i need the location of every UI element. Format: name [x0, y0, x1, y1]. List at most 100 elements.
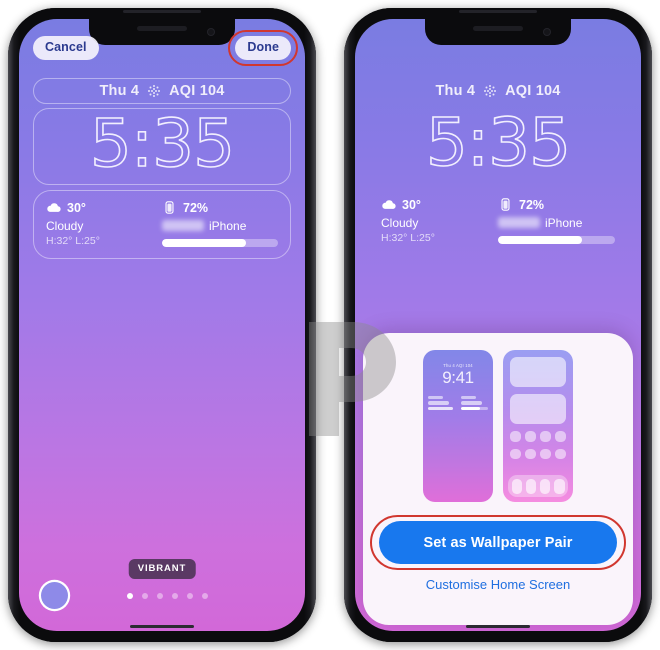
- battery-percent: 72%: [183, 200, 209, 215]
- cancel-button[interactable]: Cancel: [33, 36, 99, 60]
- preview-home-widget: [510, 357, 566, 387]
- page-dot[interactable]: [172, 592, 178, 599]
- preview-dock-icon: [511, 478, 522, 494]
- preview-app-icon: [540, 431, 551, 442]
- home-screen-preview-thumbnail[interactable]: [503, 350, 573, 502]
- style-badge: VIBRANT: [128, 559, 196, 579]
- weather-condition: Cloudy: [381, 215, 419, 230]
- battery-icon: [162, 201, 177, 214]
- page-dot[interactable]: [142, 592, 148, 599]
- lock-widgets-container[interactable]: 30° Cloudy H:32° L:25° 72% iPhone: [33, 189, 291, 259]
- preview-chip: [428, 396, 444, 400]
- weather-widget: 30° Cloudy H:32° L:25°: [381, 197, 498, 244]
- preview-app-icon-row: [510, 431, 566, 442]
- cloud-icon: [381, 198, 396, 211]
- weather-temperature: 30°: [402, 197, 421, 212]
- lock-screen-preview-thumbnail[interactable]: Thu 4 AQI 104 9:41: [423, 350, 493, 502]
- page-dot[interactable]: [127, 592, 133, 599]
- done-button[interactable]: Done: [235, 36, 291, 60]
- battery-progress-track: [498, 235, 615, 244]
- preview-home-widget: [510, 394, 566, 424]
- right-phone-screen: Thu 4 AQI 104 5:35 30° Cloudy H:32° L:25…: [355, 19, 641, 631]
- preview-app-icon: [555, 448, 566, 460]
- front-camera-icon: [207, 28, 215, 36]
- aqi-dots-icon: [147, 84, 161, 98]
- date-label: Thu 4: [435, 83, 476, 99]
- notch: [425, 19, 571, 45]
- battery-progress-track: [162, 238, 278, 247]
- preview-app-icon: [525, 448, 536, 460]
- page-indicator-dots[interactable]: [68, 592, 267, 599]
- weather-high-low: H:32° L:25°: [381, 231, 435, 244]
- preview-app-icon: [510, 431, 521, 442]
- weather-high-low: H:32° L:25°: [46, 234, 100, 247]
- clock-time: 5:35: [425, 104, 572, 181]
- preview-chip: [460, 401, 482, 405]
- clock-time: 5:35: [89, 105, 236, 182]
- preview-app-icon-row: [510, 448, 566, 460]
- preview-app-icon: [510, 448, 521, 460]
- clock-widget[interactable]: 5:35: [33, 108, 291, 185]
- blurred-device-name: [498, 217, 540, 229]
- front-camera-icon: [543, 28, 551, 36]
- aqi-label: AQI 104: [505, 83, 561, 99]
- preview-chip: [428, 401, 450, 405]
- preview-dock: [508, 475, 568, 497]
- battery-widget[interactable]: 72% iPhone: [162, 200, 278, 247]
- cloud-icon: [46, 201, 61, 214]
- left-phone-screen: Cancel Done Thu 4 AQI 104 5:35 30° Cloud…: [19, 19, 305, 631]
- color-swatch-button[interactable]: [41, 582, 68, 609]
- preview-app-icon: [555, 431, 566, 442]
- top-status-widget: Thu 4 AQI 104: [369, 78, 627, 104]
- wallpaper-pair-previews: Thu 4 AQI 104 9:41: [423, 350, 573, 502]
- preview-dock-icon: [540, 478, 551, 494]
- battery-device-label: iPhone: [209, 218, 247, 233]
- aqi-dots-icon: [483, 84, 497, 98]
- page-dot[interactable]: [202, 592, 208, 599]
- earpiece-speaker-icon: [473, 26, 523, 31]
- preview-widgets-row: [428, 396, 488, 412]
- aqi-label: AQI 104: [169, 83, 225, 99]
- set-wallpaper-sheet: Thu 4 AQI 104 9:41 Set as Wallpaper Pair…: [363, 333, 633, 625]
- battery-progress-fill: [162, 238, 246, 247]
- preview-battery-bar: [460, 406, 488, 410]
- home-indicator: [466, 625, 530, 628]
- phone-antenna-line: [459, 10, 537, 13]
- phone-right-preview-mode: Thu 4 AQI 104 5:35 30° Cloudy H:32° L:25…: [344, 8, 652, 642]
- primary-action-area: Set as Wallpaper Pair: [370, 515, 626, 570]
- weather-widget[interactable]: 30° Cloudy H:32° L:25°: [46, 200, 162, 247]
- blurred-device-name: [162, 220, 204, 232]
- preview-chip: [428, 406, 453, 410]
- preview-weather-widget: [428, 396, 456, 412]
- battery-percent: 72%: [519, 197, 545, 212]
- preview-battery-widget: [460, 396, 488, 412]
- preview-chip: [460, 396, 476, 400]
- preview-dock-icon: [554, 478, 565, 494]
- preview-app-icon: [525, 431, 536, 442]
- set-as-wallpaper-pair-button[interactable]: Set as Wallpaper Pair: [379, 521, 617, 564]
- date-label: Thu 4: [99, 83, 140, 99]
- battery-icon: [498, 198, 513, 211]
- weather-temperature: 30°: [67, 200, 86, 215]
- lock-widgets-container: 30° Cloudy H:32° L:25° 72% iPhone: [369, 188, 627, 255]
- customise-home-screen-link[interactable]: Customise Home Screen: [426, 577, 571, 592]
- battery-progress-fill: [498, 235, 583, 244]
- preview-app-icon: [540, 448, 551, 460]
- preview-clock-time: 9:41: [442, 368, 474, 387]
- battery-device-label: iPhone: [545, 215, 583, 230]
- page-dot[interactable]: [157, 592, 163, 599]
- done-button-highlight-ring: Done: [228, 30, 298, 65]
- clock-widget: 5:35: [369, 108, 627, 183]
- earpiece-speaker-icon: [137, 26, 187, 31]
- battery-widget: 72% iPhone: [498, 197, 615, 244]
- lock-screen-preview-content: Thu 4 AQI 104 5:35 30° Cloudy H:32° L:25…: [355, 19, 641, 255]
- phone-antenna-line: [123, 10, 201, 13]
- preview-dock-icon: [525, 478, 536, 494]
- top-status-widget[interactable]: Thu 4 AQI 104: [33, 78, 291, 104]
- screenshot-canvas: Cancel Done Thu 4 AQI 104 5:35 30° Cloud…: [0, 0, 660, 650]
- weather-condition: Cloudy: [46, 218, 84, 233]
- page-dot[interactable]: [187, 592, 193, 599]
- editor-bottom-controls: [19, 582, 305, 609]
- phone-left-edit-mode: Cancel Done Thu 4 AQI 104 5:35 30° Cloud…: [8, 8, 316, 642]
- home-indicator: [130, 625, 194, 628]
